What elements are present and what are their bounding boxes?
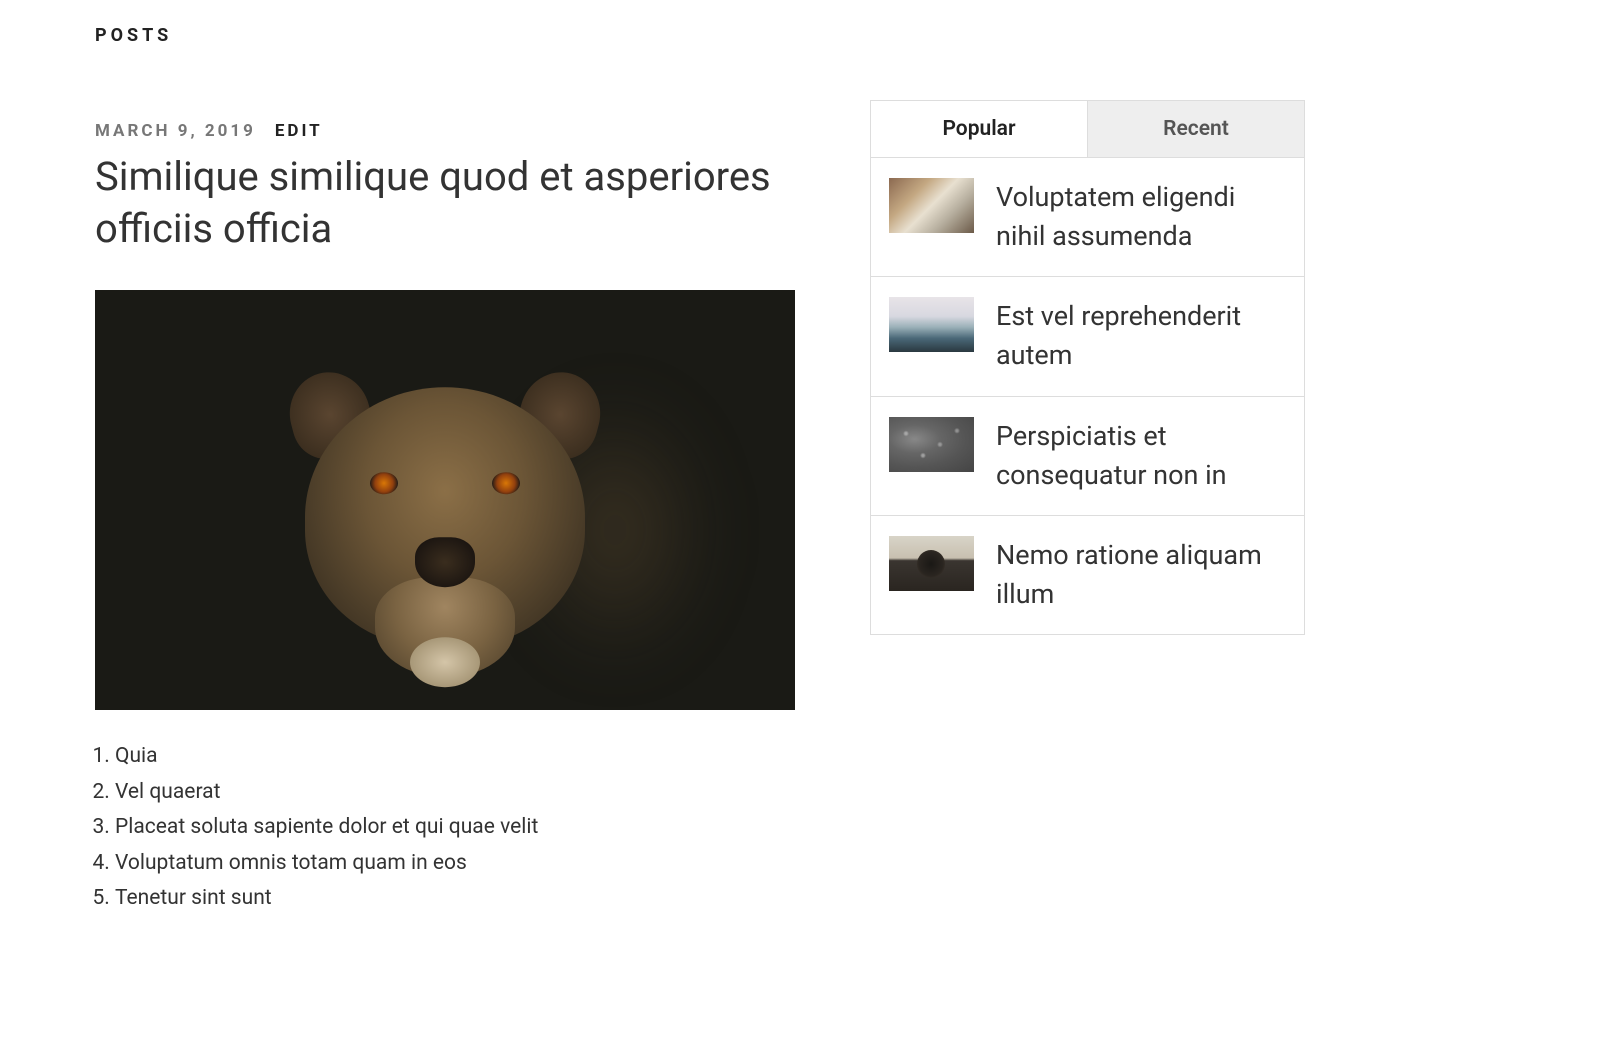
tab-popular[interactable]: Popular (871, 101, 1088, 157)
sidebar-post-list: Voluptatem eligendi nihil assumenda Est … (870, 158, 1305, 635)
sidebar-item[interactable]: Perspiciatis et consequatur non in (871, 397, 1304, 516)
list-item: Quia (115, 740, 795, 774)
sidebar-thumbnail (889, 536, 974, 591)
sidebar-item-title: Nemo ratione aliquam illum (996, 539, 1262, 610)
sidebar-item[interactable]: Est vel reprehenderit autem (871, 277, 1304, 396)
posts-heading: POSTS (95, 25, 795, 46)
main-content: POSTS MARCH 9, 2019 EDIT Similique simil… (95, 25, 795, 918)
sidebar-thumbnail (889, 297, 974, 352)
lion-image (275, 327, 615, 687)
list-item: Voluptatum omnis totam quam in eos (115, 847, 795, 881)
post-title[interactable]: Similique similique quod et asperiores o… (95, 151, 795, 255)
sidebar-item-title: Est vel reprehenderit autem (996, 300, 1241, 371)
sidebar-item[interactable]: Nemo ratione aliquam illum (871, 516, 1304, 635)
list-item: Vel quaerat (115, 776, 795, 810)
list-item: Placeat soluta sapiente dolor et qui qua… (115, 811, 795, 845)
tab-recent[interactable]: Recent (1088, 101, 1304, 157)
sidebar: Popular Recent Voluptatem eligendi nihil… (870, 25, 1305, 918)
post-date[interactable]: MARCH 9, 2019 (95, 121, 256, 141)
sidebar-item[interactable]: Voluptatem eligendi nihil assumenda (871, 158, 1304, 277)
post-featured-image[interactable] (95, 290, 795, 710)
sidebar-item-title: Voluptatem eligendi nihil assumenda (996, 181, 1235, 252)
sidebar-tabs: Popular Recent (870, 100, 1305, 158)
sidebar-thumbnail (889, 178, 974, 233)
post-meta: MARCH 9, 2019 EDIT (95, 121, 795, 141)
edit-link[interactable]: EDIT (275, 121, 323, 141)
sidebar-thumbnail (889, 417, 974, 472)
list-item: Tenetur sint sunt (115, 882, 795, 916)
post-ordered-list: Quia Vel quaerat Placeat soluta sapiente… (95, 740, 795, 916)
sidebar-item-title: Perspiciatis et consequatur non in (996, 420, 1227, 491)
